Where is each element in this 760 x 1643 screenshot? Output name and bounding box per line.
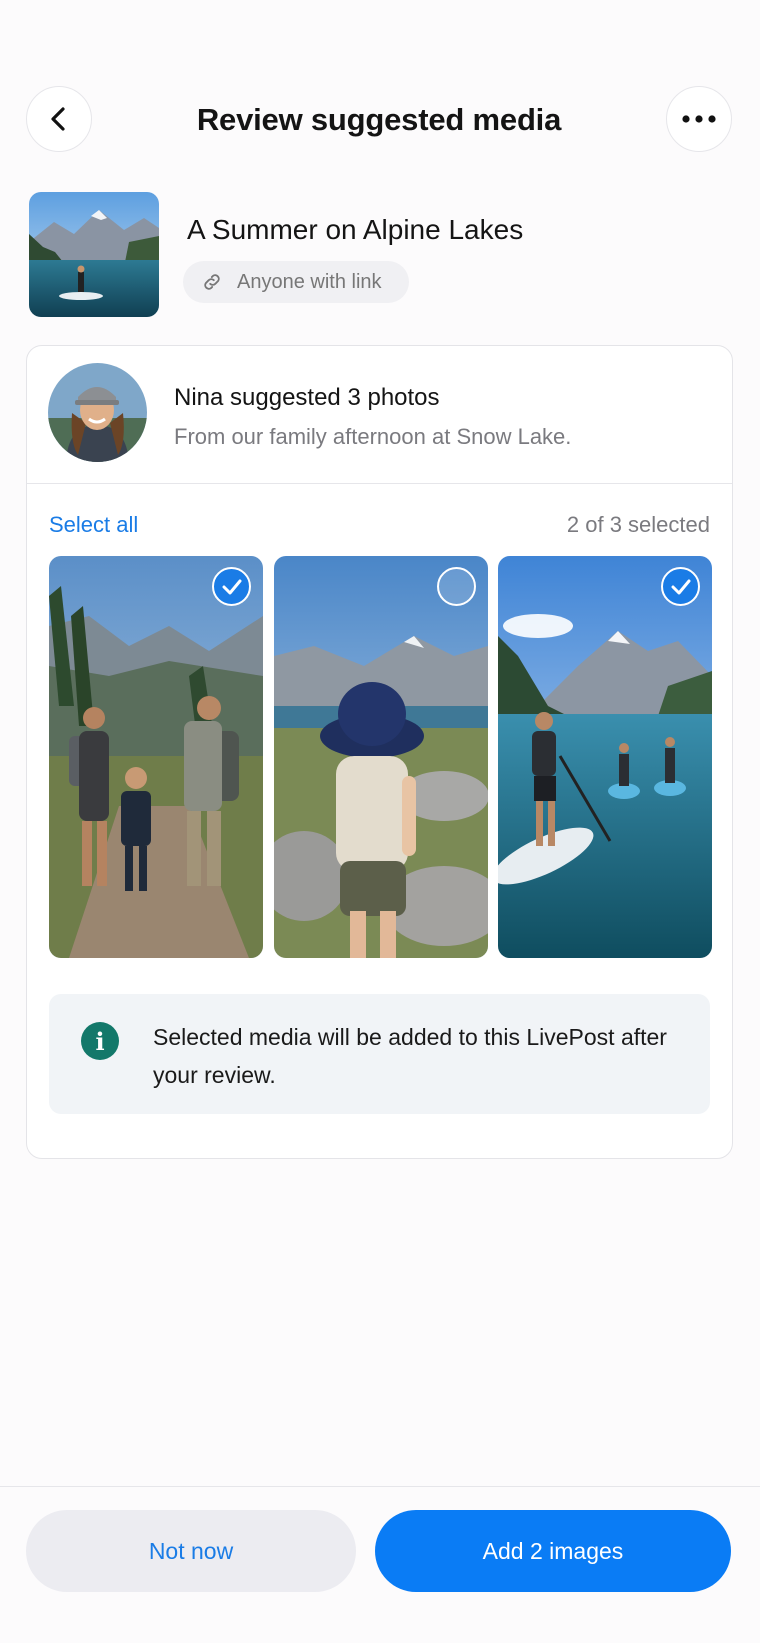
suggested-photo-1[interactable] [49,556,263,958]
page-title: Review suggested media [196,102,562,137]
header: Review suggested media [26,86,732,154]
photo-2-checkbox[interactable] [437,567,476,606]
share-visibility-chip[interactable]: Anyone with link [183,261,409,303]
more-horizontal-icon [682,115,716,123]
not-now-button[interactable]: Not now [26,1510,356,1592]
select-all-button[interactable]: Select all [49,512,138,538]
suggested-photo-2[interactable] [274,556,488,958]
share-label: Anyone with link [237,270,382,293]
add-images-button[interactable]: Add 2 images [375,1510,731,1592]
card-divider [27,483,732,484]
review-media-screen: Review suggested media A Summer on Alpin… [0,0,760,1643]
info-icon: i [81,1022,119,1060]
post-title: A Summer on Alpine Lakes [187,214,524,245]
info-text: Selected media will be added to this Liv… [153,1024,667,1088]
suggestion-card: Nina suggested 3 photos From our family … [26,345,733,1159]
checkmark-icon [222,579,241,594]
photo-1-checkbox[interactable] [212,567,251,606]
info-notice: i Selected media will be added to this L… [49,994,710,1114]
more-options-button[interactable] [666,86,732,152]
link-icon [204,274,220,290]
suggested-photo-3[interactable] [498,556,712,958]
photo-3-checkbox[interactable] [661,567,700,606]
selected-count: 2 of 3 selected [566,512,710,537]
suggestion-note: From our family afternoon at Snow Lake. [174,424,572,449]
avatar [48,363,147,462]
suggester-name: Nina suggested 3 photos [174,384,440,411]
post-thumbnail [29,192,159,317]
checkmark-icon [671,579,690,594]
footer-divider [0,1486,760,1487]
